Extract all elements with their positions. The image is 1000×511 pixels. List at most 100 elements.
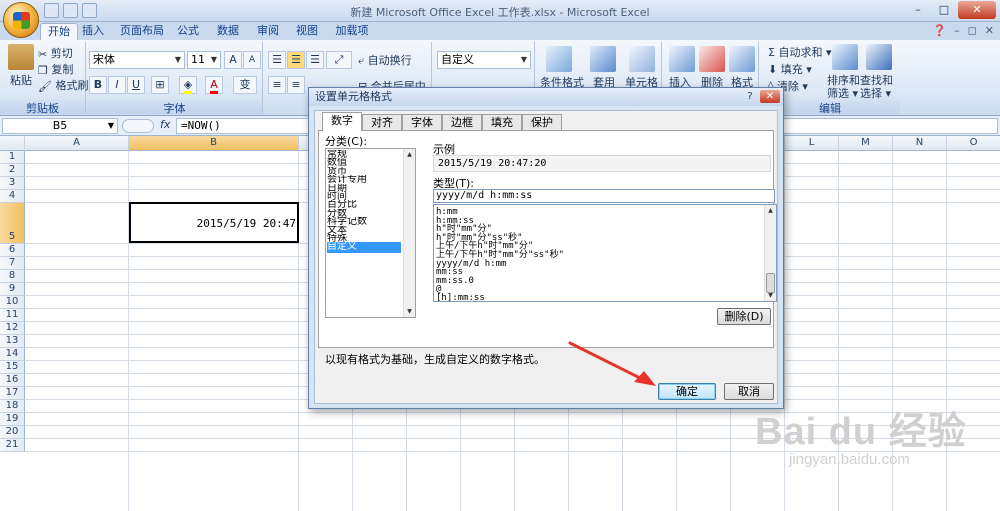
row-header-3[interactable]: 3 — [0, 177, 25, 190]
row-header-16[interactable]: 16 — [0, 374, 25, 387]
wrap-text-button[interactable]: ⤶ 自动换行 — [358, 52, 412, 68]
column-header-o[interactable]: O — [947, 136, 1000, 151]
align-bottom-button[interactable]: ☰ — [306, 51, 324, 69]
format-code-item[interactable]: mm:ss.0 — [436, 276, 474, 286]
column-header-m[interactable]: M — [839, 136, 893, 151]
row-header-5[interactable]: 5 — [0, 203, 25, 244]
tab-number[interactable]: 数字 — [322, 112, 362, 131]
select-all-corner[interactable] — [0, 136, 25, 151]
orientation-button[interactable]: ⤢ — [326, 51, 352, 69]
type-input[interactable]: yyyy/m/d h:mm:ss — [433, 189, 775, 203]
row-header-19[interactable]: 19 — [0, 413, 25, 426]
column-header-l[interactable]: L — [785, 136, 839, 151]
category-list[interactable]: 常规 数值 货币 会计专用 日期 时间 百分比 分数 科学记数 文本 特殊 自定义 ▲ ▼ — [325, 148, 416, 318]
dialog-close-button[interactable]: ✕ — [760, 90, 780, 103]
doc-restore-button[interactable]: ◻ — [968, 24, 977, 37]
column-header-a[interactable]: A — [25, 136, 129, 151]
tab-protection[interactable]: 保护 — [522, 114, 562, 130]
align-center-button[interactable]: ≡ — [287, 76, 305, 94]
row-header-9[interactable]: 9 — [0, 283, 25, 296]
row-header-11[interactable]: 11 — [0, 309, 25, 322]
grow-font-button[interactable]: A — [224, 51, 242, 69]
help-icon[interactable]: ❓ — [932, 24, 946, 37]
bold-button[interactable]: B — [89, 76, 107, 94]
tab-fill[interactable]: 填充 — [482, 114, 522, 130]
office-logo-icon — [13, 12, 30, 29]
wrap-text-icon: ⤶ — [358, 54, 365, 67]
format-code-list[interactable]: h:mm h:mm:ss h"时"mm"分" h"时"mm"分"ss"秒" 上午/下午h… — [433, 204, 777, 302]
align-left-button[interactable]: ≡ — [268, 76, 286, 94]
row-header-18[interactable]: 18 — [0, 400, 25, 413]
italic-button[interactable]: I — [108, 76, 126, 94]
font-group-label: 字体 — [87, 100, 262, 115]
tab-font[interactable]: 字体 — [402, 114, 442, 130]
row-header-21[interactable]: 21 — [0, 439, 25, 452]
row-header-8[interactable]: 8 — [0, 270, 25, 283]
maximize-button[interactable]: □ — [932, 1, 956, 19]
format-scrollbar[interactable]: ▲ ▼ — [764, 205, 776, 301]
scroll-up-icon[interactable]: ▲ — [765, 205, 776, 216]
autosum-button[interactable]: Σ 自动求和 ▾ — [768, 44, 831, 60]
scroll-down-icon[interactable]: ▼ — [404, 306, 415, 317]
underline-button[interactable]: U — [127, 76, 145, 94]
tab-formulas[interactable]: 公式 — [175, 23, 201, 40]
tab-review[interactable]: 审阅 — [255, 23, 281, 40]
fill-button[interactable]: ⬇ 填充 ▾ — [768, 61, 812, 77]
tab-view[interactable]: 视图 — [294, 23, 320, 40]
fill-color-button[interactable]: ◈ — [179, 76, 197, 94]
row-header-17[interactable]: 17 — [0, 387, 25, 400]
tab-page-layout[interactable]: 页面布局 — [116, 23, 168, 40]
copy-button[interactable]: ❐ 复制 — [38, 61, 73, 77]
row-header-13[interactable]: 13 — [0, 335, 25, 348]
row-header-1[interactable]: 1 — [0, 151, 25, 164]
scroll-up-icon[interactable]: ▲ — [404, 149, 415, 160]
column-header-n[interactable]: N — [893, 136, 947, 151]
category-scrollbar[interactable]: ▲ ▼ — [403, 149, 415, 317]
tab-data[interactable]: 数据 — [215, 23, 241, 40]
dialog-help-button[interactable]: ? — [743, 90, 757, 103]
tab-home[interactable]: 开始 — [40, 23, 78, 40]
paste-button[interactable]: 粘贴 — [10, 72, 32, 88]
number-format-select[interactable]: 自定义 ▼ — [437, 51, 531, 69]
formula-bar-toggle[interactable] — [122, 119, 154, 133]
paste-icon[interactable] — [8, 44, 34, 70]
row-header-20[interactable]: 20 — [0, 426, 25, 439]
tab-insert[interactable]: 插入 — [80, 23, 106, 40]
tab-alignment[interactable]: 对齐 — [362, 114, 402, 130]
align-top-button[interactable]: ☰ — [268, 51, 286, 69]
font-color-button[interactable]: A — [205, 76, 223, 94]
doc-minimize-button[interactable]: – — [954, 24, 960, 37]
phonetic-button[interactable]: 变 — [233, 76, 257, 94]
column-header-b[interactable]: B — [129, 136, 299, 151]
shrink-font-button[interactable]: A — [243, 51, 261, 69]
border-button[interactable]: ⊞ — [151, 76, 169, 94]
close-button[interactable]: ✕ — [958, 1, 996, 19]
insert-function-button[interactable]: fx — [160, 118, 170, 131]
category-item[interactable]: 自定义 — [327, 242, 401, 254]
fill-label: 填充 — [780, 63, 803, 76]
doc-close-button[interactable]: ✕ — [985, 24, 994, 37]
row-header-14[interactable]: 14 — [0, 348, 25, 361]
tab-border[interactable]: 边框 — [442, 114, 482, 130]
format-code-item[interactable]: [h]:mm:ss — [436, 294, 485, 302]
name-box[interactable]: B5 ▼ — [2, 118, 118, 134]
office-button[interactable] — [3, 2, 39, 38]
cell-style-icon — [629, 46, 655, 72]
format-painter-button[interactable]: 🖌 格式刷 — [38, 77, 88, 93]
font-name-select[interactable]: 宋体 ▼ — [89, 51, 185, 69]
tab-addins[interactable]: 加载项 — [332, 23, 372, 40]
row-header-7[interactable]: 7 — [0, 257, 25, 270]
row-header-6[interactable]: 6 — [0, 244, 25, 257]
row-header-2[interactable]: 2 — [0, 164, 25, 177]
cut-button[interactable]: ✂ 剪切 — [38, 45, 73, 61]
font-size-select[interactable]: 11 ▼ — [187, 51, 221, 69]
row-header-15[interactable]: 15 — [0, 361, 25, 374]
align-middle-button[interactable]: ☰ — [287, 51, 305, 69]
delete-format-button[interactable]: 删除(D) — [717, 308, 771, 325]
minimize-button[interactable]: – — [906, 1, 930, 19]
scroll-down-icon[interactable]: ▼ — [765, 290, 776, 301]
row-header-4[interactable]: 4 — [0, 190, 25, 203]
row-header-10[interactable]: 10 — [0, 296, 25, 309]
cancel-button[interactable]: 取消 — [724, 383, 774, 400]
row-header-12[interactable]: 12 — [0, 322, 25, 335]
